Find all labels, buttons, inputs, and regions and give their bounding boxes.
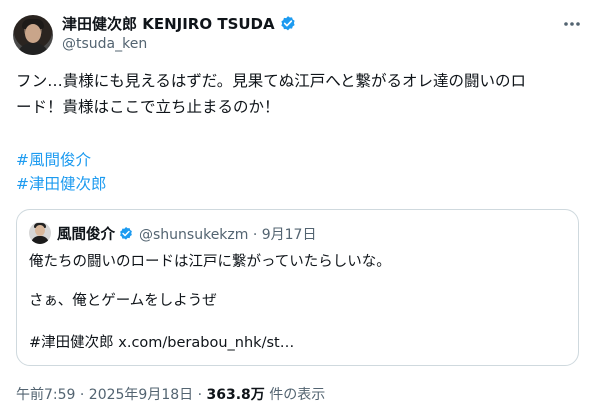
views-label: 件の表示 <box>264 387 326 403</box>
quote-text-line: 俺たちの闘いのロードは江戸に繋がっていたらしいな。 <box>29 254 391 270</box>
quote-author-name: 風間俊介 <box>57 227 115 243</box>
quote-header: 風間俊介 @shunsukekzm · 9月17日 <box>57 223 316 244</box>
verified-badge-icon <box>281 15 295 30</box>
verified-badge-icon <box>120 226 132 240</box>
author-avatar[interactable] <box>13 15 53 55</box>
author-display-name[interactable]: 津田健次郎 KENJIRO TSUDA <box>62 13 275 34</box>
tweet-text-line: ード！貴様はここで立ち止まるのか！ <box>16 98 280 116</box>
tweet-text-line: フン…貴様にも見えるはずだ。見果てぬ江戸へと繋がるオレ達の闘いのロ <box>16 72 526 90</box>
quote-author-meta: @shunsukekzm · 9月17日 <box>139 226 317 243</box>
quoted-tweet-card[interactable]: 風間俊介 @shunsukekzm · 9月17日 俺たちの闘いのロードは江戸に… <box>16 209 579 366</box>
hashtag-link[interactable]: #津田健次郎 <box>16 172 107 196</box>
quote-text-line: #津田健次郎 x.com/berabou_nhk/st… <box>29 335 295 351</box>
author-handle[interactable]: @tsuda_ken <box>62 36 147 52</box>
hashtag-link[interactable]: #風間俊介 <box>16 148 107 172</box>
avatar-face <box>35 225 45 236</box>
views-count: 363.8万 <box>206 387 265 403</box>
author-name-row[interactable]: 津田健次郎 KENJIRO TSUDA <box>62 13 297 34</box>
tweet-meta-row: 午前7:59 · 2025年9月18日 · 363.8万 件の表示 <box>16 384 325 404</box>
tweet-text: フン…貴様にも見えるはずだ。見果てぬ江戸へと繋がるオレ達の闘いのロ ード！貴様は… <box>16 68 582 120</box>
avatar-face <box>25 24 41 43</box>
quote-text-line: さぁ、俺とゲームをしようぜ <box>29 293 217 309</box>
tweet-timestamp[interactable]: 午前7:59 · 2025年9月18日 · <box>16 387 207 403</box>
quote-author-avatar <box>29 222 51 244</box>
avatar-body <box>31 236 49 244</box>
hashtag-list: #風間俊介 #津田健次郎 <box>16 148 107 196</box>
more-options-icon[interactable] <box>562 14 582 34</box>
avatar-body <box>17 43 49 55</box>
